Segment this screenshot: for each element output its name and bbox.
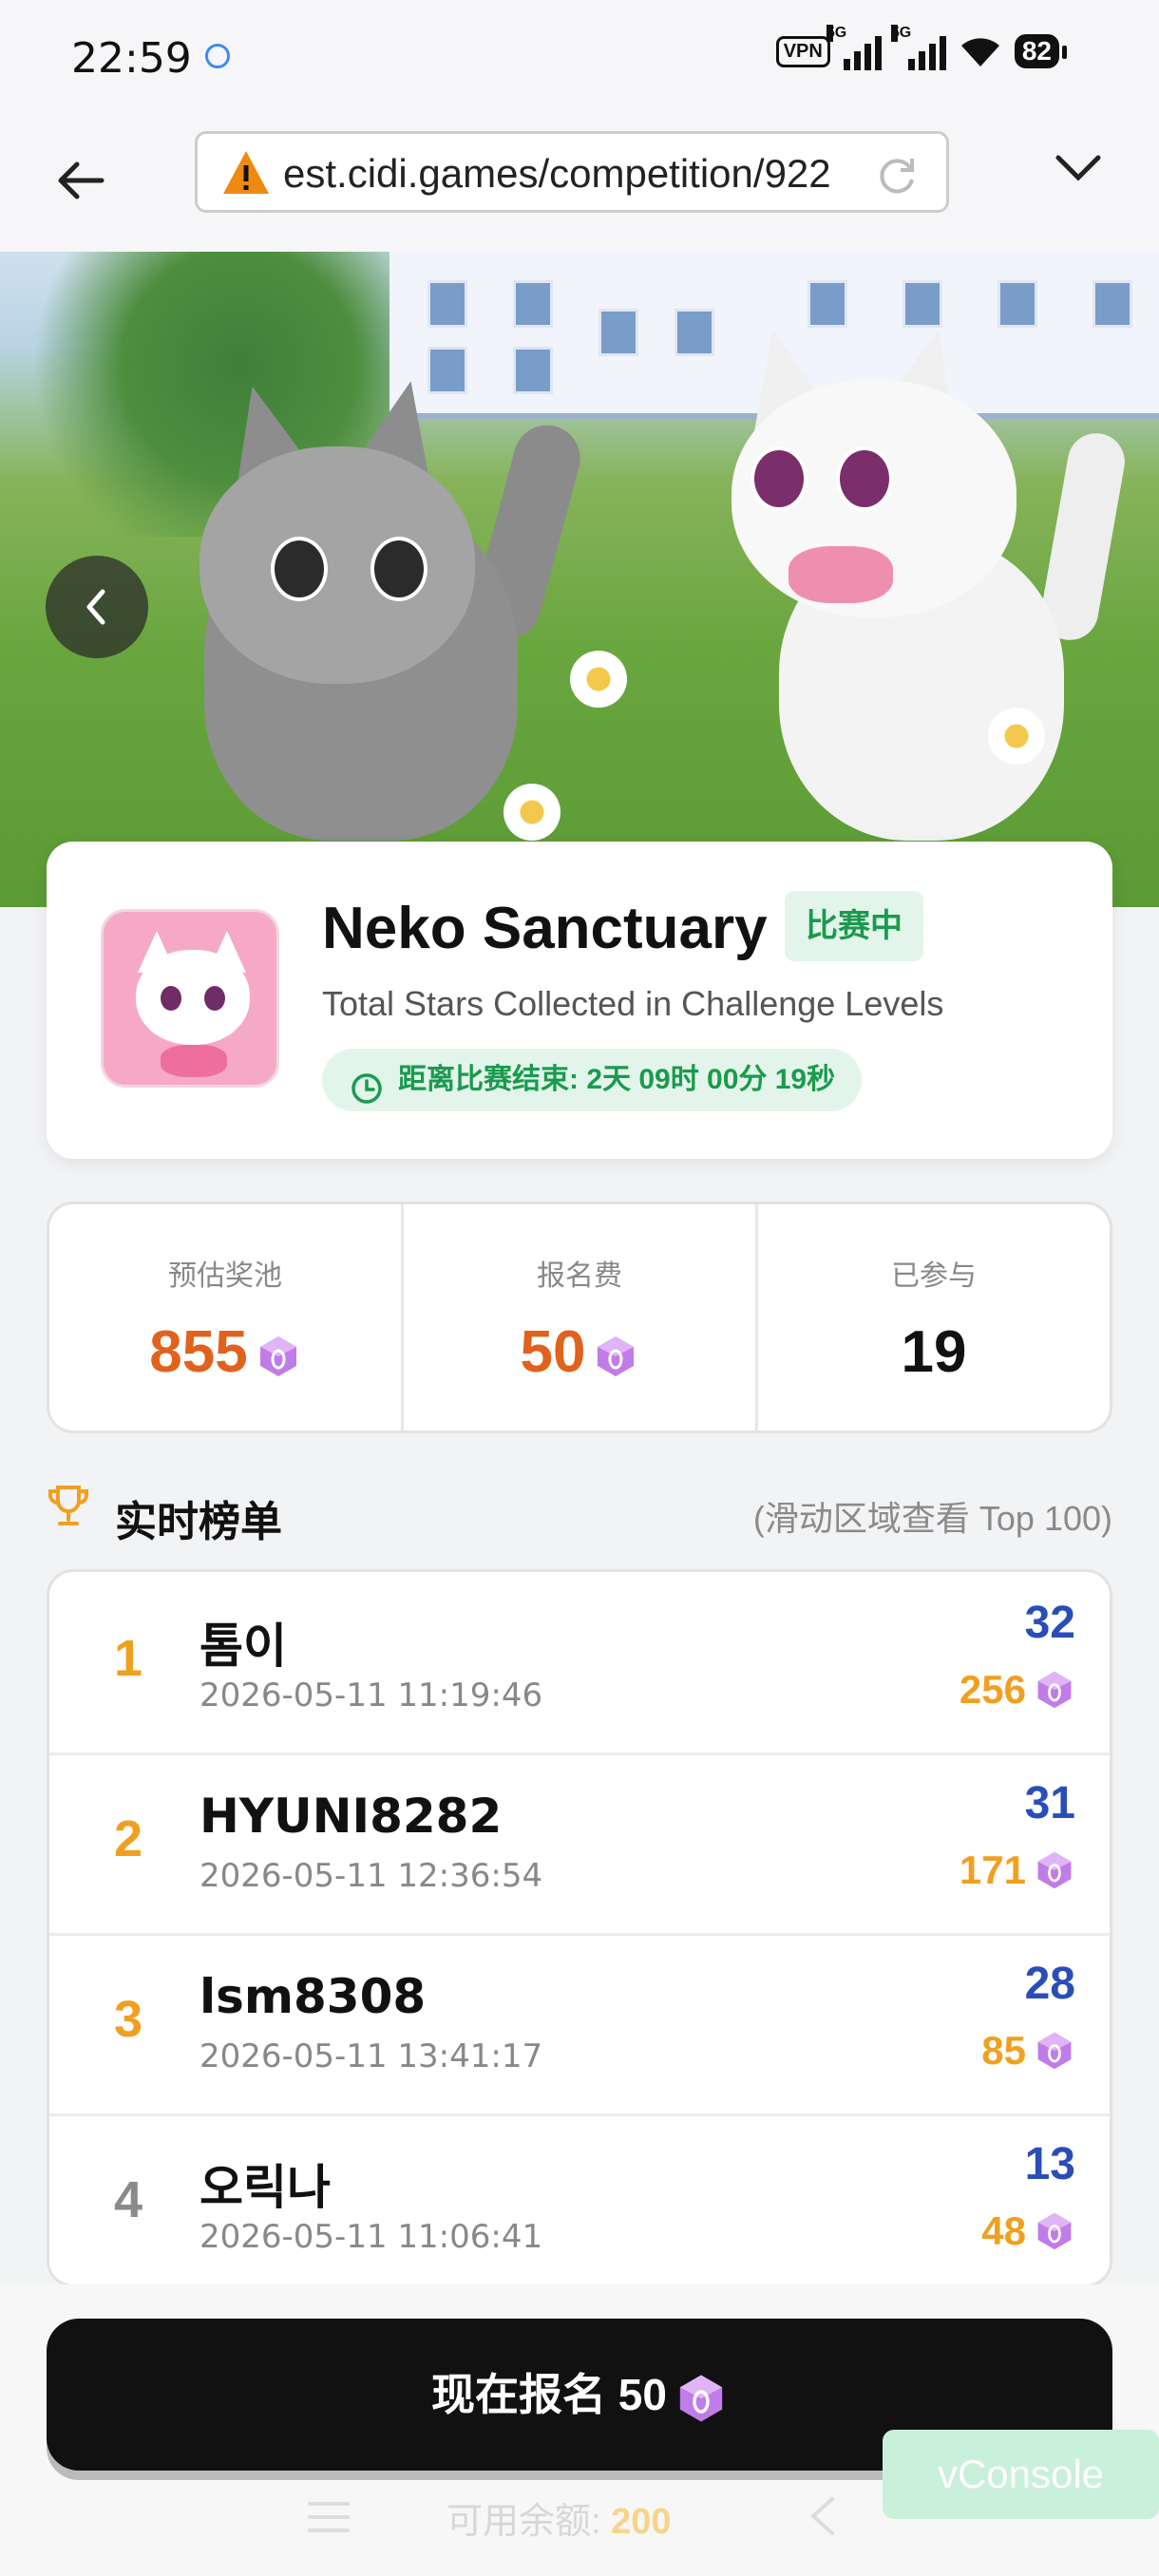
stat-value: 855 (49, 1318, 401, 1386)
stat-prize-pool: 预估奖池 855 (49, 1204, 401, 1430)
leaderboard-hint: (滑动区域查看 Top 100) (752, 1499, 1112, 1538)
reward-amount: 85 (981, 2028, 1026, 2073)
player-score: 32 (1024, 1598, 1075, 1648)
url-text: est.cidi.games/competition/922 (283, 151, 831, 196)
game-icon (101, 909, 279, 1088)
browser-toolbar: est.cidi.games/competition/922 (0, 114, 1159, 252)
rank-number: 3 (114, 1991, 143, 2048)
status-icons: VPN 5G 5G 82 (775, 25, 1068, 70)
reward-amount: 256 (959, 1667, 1026, 1712)
hero-banner (0, 252, 1159, 907)
stat-label: 预估奖池 (168, 1260, 282, 1292)
signal-label-1: 5G (826, 25, 847, 42)
wifi-icon (960, 34, 1001, 68)
player-reward: 85 (981, 2028, 1075, 2074)
gem-icon (1037, 1671, 1072, 1709)
player-time: 2026-05-11 12:36:54 (200, 1857, 543, 1895)
white-cat-eye-left (750, 446, 808, 511)
status-bar: 22:59 VPN 5G 5G 82 (0, 0, 1159, 114)
signal-icon-2: 5G (890, 25, 946, 70)
participants-value: 19 (901, 1319, 967, 1385)
leaderboard-list[interactable]: 1 톰이 2026-05-11 11:19:46 32 256 2 HYUNI8… (47, 1569, 1112, 2287)
leaderboard-row: 4 오릭나 2026-05-11 11:06:41 13 48 (49, 2113, 1110, 2284)
leaderboard-header: 实时榜单 (滑动区域查看 Top 100) (47, 1482, 1112, 1545)
stat-value: 50 (404, 1318, 755, 1386)
countdown-text: 距离比赛结束: 2天 09时 00分 19秒 (398, 1064, 836, 1095)
player-time: 2026-05-11 11:19:46 (200, 1676, 543, 1714)
leaderboard-row: 2 HYUNI8282 2026-05-11 12:36:54 31 171 (49, 1752, 1110, 1936)
game-title: Neko Sanctuary (322, 896, 768, 961)
player-reward: 48 (981, 2208, 1075, 2254)
rank-number: 2 (114, 1810, 143, 1867)
player-name: HYUNI8282 (200, 1789, 503, 1844)
player-reward: 171 (960, 1847, 1075, 1893)
flower (504, 784, 560, 841)
browser-back-icon[interactable] (52, 152, 109, 209)
nav-back-icon[interactable] (806, 2493, 840, 2544)
trophy-icon (47, 1484, 90, 1534)
player-reward: 256 (960, 1667, 1075, 1713)
player-score: 31 (1024, 1778, 1075, 1828)
vconsole-button[interactable]: vConsole (883, 2430, 1159, 2519)
stat-label: 报名费 (537, 1260, 622, 1292)
gem-icon (1037, 1851, 1072, 1889)
warning-icon (221, 148, 271, 202)
white-cat-bow (788, 546, 893, 603)
status-badge: 比赛中 (785, 891, 923, 961)
gem-icon (598, 1335, 635, 1376)
player-time: 2026-05-11 13:41:17 (200, 2037, 543, 2075)
player-name: 톰이 (200, 1619, 287, 1674)
stat-label: 已参与 (891, 1260, 977, 1292)
flower (570, 651, 627, 708)
player-score: 13 (1024, 2139, 1075, 2189)
address-bar[interactable]: est.cidi.games/competition/922 (195, 131, 949, 213)
signal-label-2: 5G (890, 25, 912, 42)
status-time: 22:59 (71, 34, 192, 83)
rank-number: 4 (114, 2171, 143, 2228)
reward-amount: 48 (981, 2208, 1026, 2253)
gem-icon (1037, 2032, 1072, 2070)
gray-cat-eye-right (370, 537, 428, 601)
countdown-timer: 距离比赛结束: 2天 09时 00分 19秒 (322, 1049, 863, 1111)
player-score: 28 (1024, 1959, 1075, 2009)
clock-icon (351, 1065, 383, 1127)
gray-cat-eye-left (271, 537, 328, 601)
player-name: 오릭나 (200, 2160, 331, 2215)
stat-entry-fee: 报名费 50 (401, 1204, 755, 1430)
player-name: lsm8308 (200, 1969, 427, 2024)
join-button-label: 现在报名 50 (431, 2370, 667, 2419)
white-cat-eye-right (836, 446, 893, 511)
competition-info-card: Neko Sanctuary 比赛中 Total Stars Collected… (47, 842, 1112, 1159)
hero-back-button[interactable] (46, 556, 148, 658)
gem-icon (679, 2375, 723, 2422)
gray-cat-head (200, 446, 475, 684)
gem-icon (1037, 2212, 1072, 2250)
stats-card: 预估奖池 855 报名费 50 已参与 19 (47, 1202, 1112, 1433)
leaderboard-title: 实时榜单 (115, 1499, 282, 1545)
available-balance: 可用余额: 200 (446, 2491, 672, 2544)
gem-icon (259, 1335, 296, 1376)
entry-fee-value: 50 (520, 1319, 586, 1385)
stat-value: 19 (758, 1318, 1110, 1386)
leaderboard-row: 3 lsm8308 2026-05-11 13:41:17 28 85 (49, 1933, 1110, 2116)
game-subtitle: Total Stars Collected in Challenge Level… (322, 984, 944, 1023)
prize-pool-value: 855 (149, 1319, 248, 1385)
rank-number: 1 (114, 1630, 143, 1687)
stat-participants: 已参与 19 (755, 1204, 1110, 1430)
reward-amount: 171 (959, 1847, 1026, 1892)
vpn-icon: VPN (775, 35, 830, 67)
player-time: 2026-05-11 11:06:41 (200, 2218, 543, 2256)
menu-icon[interactable] (306, 2498, 352, 2541)
balance-label: 可用余额: (446, 2502, 601, 2542)
reload-icon[interactable] (874, 151, 920, 201)
flower (988, 708, 1045, 765)
leaderboard-row: 1 톰이 2026-05-11 11:19:46 32 256 (49, 1572, 1110, 1755)
battery-icon: 82 (1014, 34, 1068, 68)
signal-icon-1: 5G (826, 25, 882, 70)
balance-amount: 200 (611, 2502, 672, 2542)
atom-icon (205, 44, 230, 68)
chevron-down-icon[interactable] (1054, 154, 1102, 187)
